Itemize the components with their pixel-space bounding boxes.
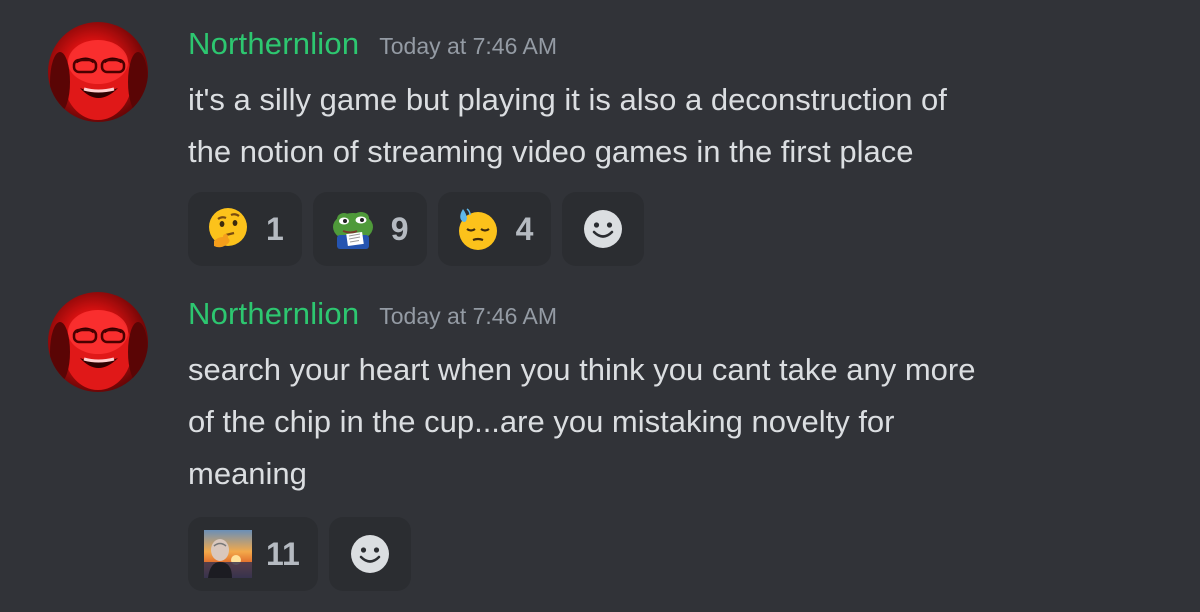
avatar[interactable] <box>48 22 148 122</box>
username[interactable]: Northernlion <box>188 26 359 62</box>
reaction-count: 1 <box>266 210 284 247</box>
reaction-sunset[interactable]: 11 <box>188 517 318 591</box>
sunset-portrait-icon <box>204 530 252 578</box>
message-header: Northernlion Today at 7:46 AM <box>188 296 557 332</box>
message-line: it's a silly game but playing it is also… <box>188 82 947 117</box>
reaction-thinking[interactable]: 1 <box>188 192 302 266</box>
avatar-photo-icon <box>50 310 148 390</box>
pepe-notes-icon <box>332 212 373 249</box>
reaction-count: 9 <box>390 210 409 247</box>
reaction-bar: 11 <box>188 517 411 591</box>
chat-log: Northernlion Today at 7:46 AM it's a sil… <box>0 0 1200 612</box>
username[interactable]: Northernlion <box>188 296 359 332</box>
add-reaction-button[interactable] <box>562 192 645 266</box>
thinking-face-icon <box>209 208 247 248</box>
reaction-pepe[interactable]: 9 <box>312 192 427 266</box>
reaction-sweat[interactable]: 4 <box>437 192 552 266</box>
message-line: of the chip in the cup...are you mistaki… <box>188 404 895 439</box>
message-line: search your heart when you think you can… <box>188 352 976 387</box>
avatar-photo-icon <box>50 40 148 120</box>
message-line: the notion of streaming video games in t… <box>188 134 914 169</box>
smiley-icon <box>584 210 623 248</box>
timestamp[interactable]: Today at 7:46 AM <box>379 33 557 60</box>
message-content: it's a silly game but playing it is also… <box>188 74 1188 178</box>
message-header: Northernlion Today at 7:46 AM <box>188 26 557 62</box>
reaction-count: 11 <box>266 535 300 572</box>
message-line: meaning <box>188 456 307 491</box>
add-reaction-button[interactable] <box>328 517 411 591</box>
sweat-relieved-face-icon <box>458 208 497 250</box>
message-content: search your heart when you think you can… <box>188 344 1188 500</box>
reaction-count: 4 <box>515 210 534 247</box>
smiley-icon <box>350 535 389 573</box>
avatar[interactable] <box>48 292 148 392</box>
timestamp[interactable]: Today at 7:46 AM <box>379 303 557 330</box>
reaction-bar: 1 9 4 <box>188 192 645 266</box>
